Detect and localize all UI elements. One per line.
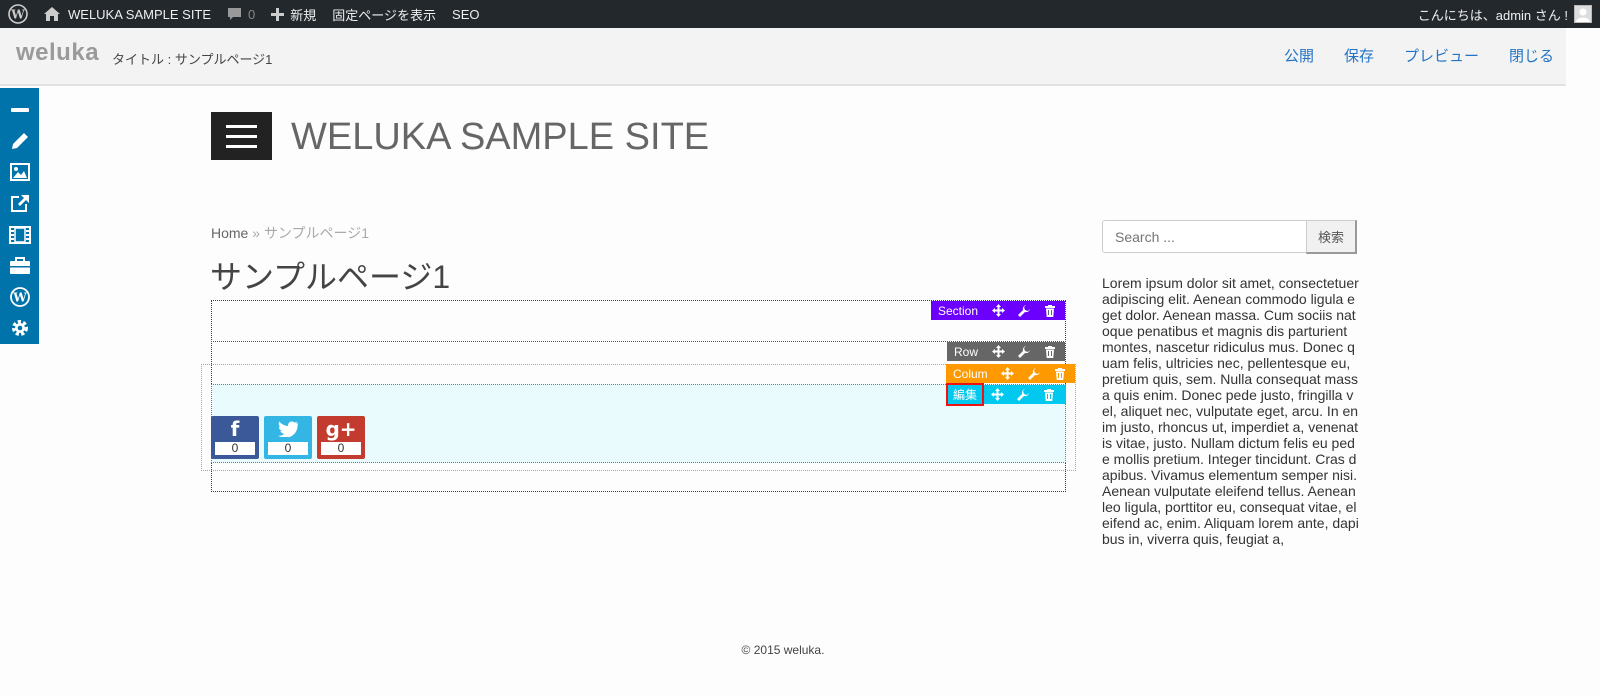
preview-button[interactable]: プレビュー bbox=[1404, 45, 1479, 66]
publish-button[interactable]: 公開 bbox=[1284, 45, 1314, 66]
wordpress-logo-icon[interactable]: W bbox=[0, 0, 36, 28]
brand-logo: weluka bbox=[16, 39, 100, 66]
breadcrumb: Home » サンプルページ1 bbox=[211, 223, 369, 243]
trash-icon[interactable] bbox=[1047, 364, 1073, 383]
home-icon bbox=[44, 7, 60, 21]
menu-bar-icon bbox=[226, 124, 257, 128]
sidebar-text-widget: Lorem ipsum dolor sit amet, consectetuer… bbox=[1102, 275, 1359, 547]
move-icon[interactable] bbox=[995, 364, 1021, 383]
comments-count: 0 bbox=[248, 6, 256, 22]
menu-bar-icon bbox=[226, 144, 257, 148]
facebook-icon: f bbox=[230, 417, 240, 441]
menu-bar-icon bbox=[226, 134, 257, 138]
admin-bar: W WELUKA SAMPLE SITE 0 新規 固定ページを表示 SEO こ… bbox=[0, 0, 1600, 28]
trash-icon[interactable] bbox=[1037, 301, 1063, 320]
image-icon[interactable] bbox=[0, 157, 39, 188]
share-count: 0 bbox=[321, 442, 361, 455]
module-controls: 編集 bbox=[946, 382, 1066, 406]
breadcrumb-current: サンプルページ1 bbox=[263, 225, 370, 241]
header-actions: 公開 保存 プレビュー 閉じる bbox=[1284, 45, 1554, 66]
wordpress-icon[interactable]: W bbox=[0, 282, 39, 313]
briefcase-icon[interactable] bbox=[0, 250, 39, 281]
gear-icon[interactable] bbox=[0, 313, 39, 344]
builder-toolbar: W bbox=[0, 88, 39, 344]
move-icon[interactable] bbox=[985, 342, 1011, 361]
facebook-share-button[interactable]: f 0 bbox=[211, 416, 259, 459]
comments-link[interactable]: 0 bbox=[219, 0, 263, 28]
comment-icon bbox=[228, 8, 242, 20]
user-icon bbox=[1576, 8, 1590, 22]
google-plus-share-button[interactable]: g+ 0 bbox=[317, 416, 365, 459]
greeting-link[interactable]: こんにちは、admin さん ! bbox=[1418, 5, 1568, 24]
wrench-icon[interactable] bbox=[1021, 364, 1047, 383]
row-container[interactable] bbox=[211, 341, 1066, 342]
row-label: Row bbox=[954, 344, 979, 359]
hamburger-menu-button[interactable] bbox=[211, 112, 272, 160]
move-icon[interactable] bbox=[985, 301, 1011, 320]
site-name-label: WELUKA SAMPLE SITE bbox=[68, 6, 212, 22]
svg-text:W: W bbox=[10, 8, 25, 22]
edit-button[interactable]: 編集 bbox=[946, 382, 985, 406]
search-input[interactable] bbox=[1102, 220, 1307, 253]
plus-icon bbox=[271, 7, 285, 21]
save-button[interactable]: 保存 bbox=[1344, 45, 1374, 66]
twitter-bird-icon bbox=[278, 416, 298, 442]
share-count: 0 bbox=[215, 442, 255, 455]
scrollbar-gutter bbox=[1566, 28, 1600, 696]
svg-text:W: W bbox=[12, 291, 27, 305]
document-title: タイトル : サンプルページ1 bbox=[112, 52, 273, 67]
minus-icon[interactable] bbox=[0, 94, 39, 125]
share-count: 0 bbox=[268, 442, 308, 455]
avatar[interactable] bbox=[1574, 5, 1592, 23]
move-icon[interactable] bbox=[984, 385, 1010, 404]
breadcrumb-home-link[interactable]: Home bbox=[211, 225, 248, 241]
section-controls: Section bbox=[931, 301, 1065, 320]
section-label: Section bbox=[938, 303, 979, 318]
column-controls: Colum bbox=[946, 364, 1075, 383]
site-name-link[interactable]: WELUKA SAMPLE SITE bbox=[36, 0, 219, 28]
new-label: 新規 bbox=[290, 7, 317, 23]
trash-icon[interactable] bbox=[1037, 342, 1063, 361]
close-button[interactable]: 閉じる bbox=[1509, 45, 1554, 66]
editor-header: weluka タイトル : サンプルページ1 公開 保存 プレビュー 閉じる bbox=[0, 28, 1600, 86]
seo-link[interactable]: SEO bbox=[444, 0, 487, 28]
external-link-icon[interactable] bbox=[0, 188, 39, 219]
wrench-icon[interactable] bbox=[1011, 342, 1037, 361]
footer-copyright: © 2015 weluka. bbox=[741, 643, 825, 657]
film-icon[interactable] bbox=[0, 219, 39, 250]
wrench-icon[interactable] bbox=[1011, 301, 1037, 320]
pencil-icon[interactable] bbox=[0, 125, 39, 156]
breadcrumb-separator: » bbox=[252, 225, 261, 241]
new-content-link[interactable]: 新規 bbox=[263, 0, 324, 28]
site-title[interactable]: WELUKA SAMPLE SITE bbox=[291, 116, 709, 159]
twitter-share-button[interactable]: 0 bbox=[264, 416, 312, 459]
wrench-icon[interactable] bbox=[1010, 385, 1036, 404]
page-title: サンプルページ1 bbox=[210, 259, 451, 295]
trash-icon[interactable] bbox=[1036, 385, 1062, 404]
colum-label: Colum bbox=[953, 366, 988, 381]
search-button[interactable]: 検索 bbox=[1306, 220, 1357, 254]
view-page-link[interactable]: 固定ページを表示 bbox=[324, 0, 444, 28]
row-controls: Row bbox=[947, 342, 1065, 361]
google-plus-icon: g+ bbox=[325, 417, 357, 441]
